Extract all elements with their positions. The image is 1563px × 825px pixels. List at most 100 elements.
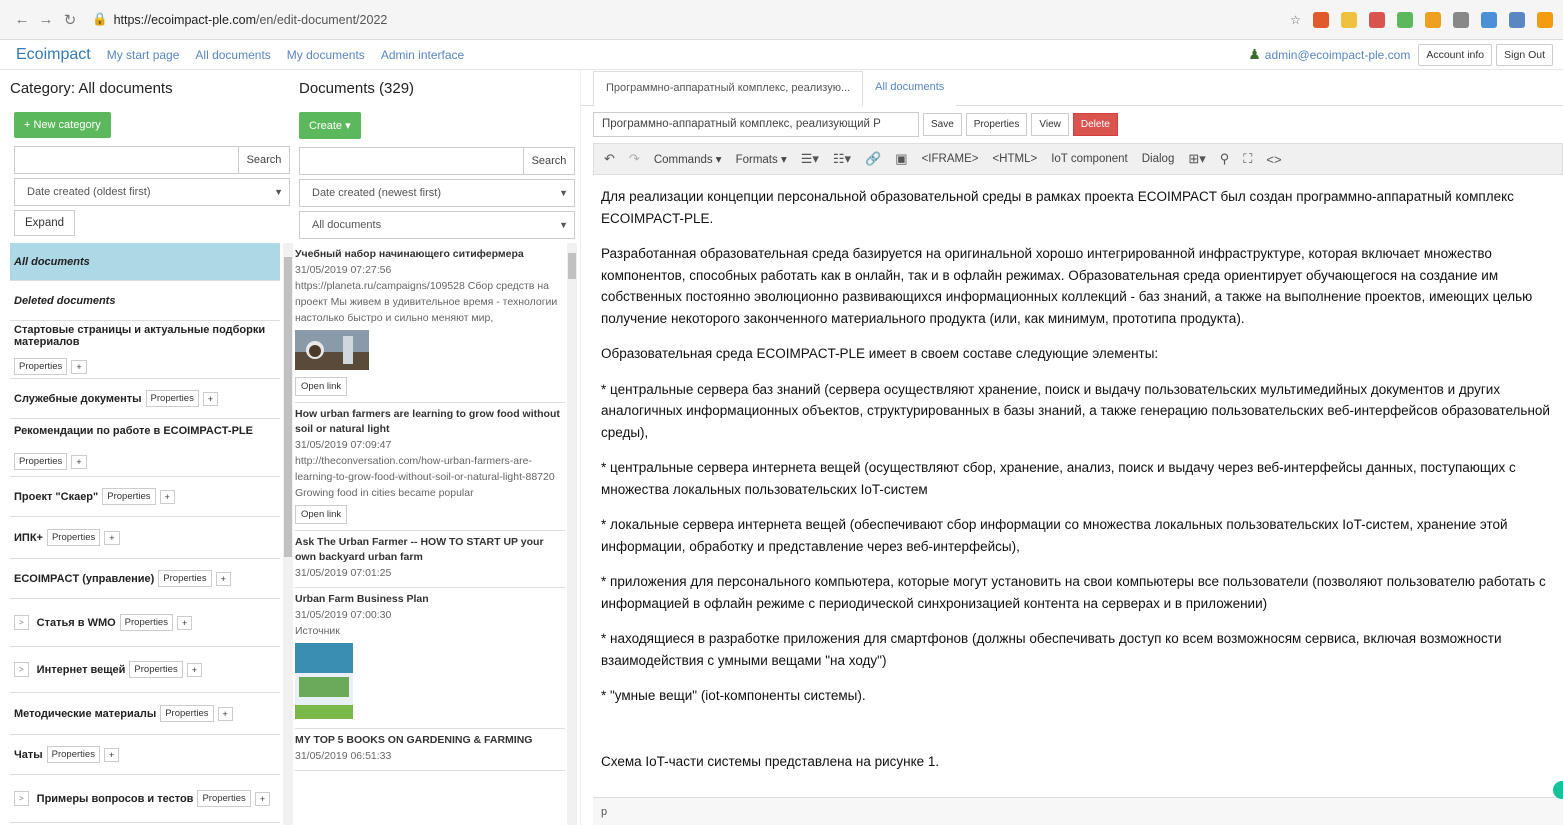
category-item[interactable]: > Примеры вопросов и тестов Properties + (10, 775, 280, 823)
category-properties-button[interactable]: Properties (102, 488, 156, 505)
redo-icon[interactable]: ↷ (629, 151, 640, 167)
add-subcategory-button[interactable]: + (186, 662, 202, 677)
category-sort-select[interactable]: Date created (oldest first) ▼ (14, 178, 290, 206)
create-button[interactable]: Create ▾ (299, 112, 361, 139)
category-properties-button[interactable]: Properties (119, 614, 173, 631)
properties-button[interactable]: Properties (965, 113, 1028, 136)
category-properties-button[interactable]: Properties (46, 529, 101, 546)
category-properties-button[interactable]: Properties (145, 390, 199, 407)
add-subcategory-button[interactable]: + (202, 391, 219, 406)
save-button[interactable]: Save (923, 113, 962, 136)
extension-icon[interactable] (1341, 11, 1357, 28)
tab-all-documents[interactable]: All documents (863, 71, 957, 106)
document-search-input[interactable] (299, 147, 523, 175)
category-item[interactable]: Рекомендации по работе в ECOIMPACT-PLE Pr… (10, 419, 280, 477)
expand-button[interactable]: Expand (14, 210, 76, 236)
document-item[interactable]: Учебный набор начинающего ситифермера 31/… (295, 243, 565, 403)
open-link-button[interactable]: Open link (295, 377, 348, 396)
iframe-button[interactable]: <IFRAME> (922, 153, 979, 165)
view-button[interactable]: View (1031, 113, 1069, 136)
extension-icon[interactable] (1397, 11, 1413, 28)
open-link-button[interactable]: Open link (295, 505, 348, 524)
brand-logo[interactable]: Ecoimpact (16, 46, 91, 64)
category-properties-button[interactable]: Properties (14, 453, 68, 470)
nav-admin-interface[interactable]: Admin interface (381, 48, 464, 62)
link-icon[interactable]: 🔗 (865, 151, 881, 167)
add-subcategory-button[interactable]: + (71, 454, 87, 469)
html-button[interactable]: <HTML> (992, 153, 1037, 165)
numbered-list-icon[interactable]: ☷▾ (833, 151, 851, 167)
document-item[interactable]: Ask The Urban Farmer -- HOW TO START UP … (295, 531, 565, 588)
document-sort-select[interactable]: Date created (newest first) ▼ (299, 179, 575, 207)
sign-out-button[interactable]: Sign Out (1496, 43, 1553, 66)
expand-toggle-icon[interactable]: > (14, 791, 29, 806)
category-item[interactable]: Служебные документы Properties + (10, 379, 280, 419)
document-title[interactable]: Ask The Urban Farmer -- HOW TO START UP … (295, 535, 565, 565)
extension-icon[interactable] (1537, 11, 1553, 28)
extension-icon[interactable] (1369, 11, 1385, 28)
category-item[interactable]: Проект "Скаер" Properties + (10, 477, 280, 517)
forward-icon[interactable]: → (34, 11, 58, 28)
category-properties-button[interactable]: Properties (160, 705, 214, 722)
expand-toggle-icon[interactable]: > (14, 662, 29, 677)
tab-current-document[interactable]: Программно-аппаратный комплекс, реализую… (593, 71, 864, 106)
image-icon[interactable]: ▣ (895, 151, 907, 167)
extension-icon[interactable] (1453, 11, 1469, 28)
extension-icon[interactable] (1425, 11, 1441, 28)
add-subcategory-button[interactable]: + (103, 747, 120, 762)
category-item[interactable]: ECOIMPACT (управление) Properties + (10, 559, 280, 599)
fullscreen-icon[interactable]: ⛶ (1243, 151, 1252, 167)
document-scrollbar[interactable] (567, 243, 577, 825)
undo-icon[interactable]: ↶ (604, 151, 615, 167)
add-subcategory-button[interactable]: + (104, 530, 120, 545)
document-filter-select[interactable]: All documents ▼ (299, 211, 575, 239)
dialog-button[interactable]: Dialog (1142, 153, 1175, 165)
category-search-button[interactable]: Search (238, 146, 290, 174)
commands-menu[interactable]: Commands ▾ (654, 152, 722, 166)
document-title-input[interactable]: Программно-аппаратный комплекс, реализую… (593, 112, 919, 137)
new-category-button[interactable]: + New category (14, 112, 111, 138)
category-properties-button[interactable]: Properties (158, 570, 212, 587)
binoculars-icon[interactable]: ⚲ (1220, 151, 1230, 167)
star-icon[interactable]: ☆ (1290, 13, 1301, 27)
back-icon[interactable]: ← (10, 11, 34, 28)
category-item[interactable]: Deleted documents (10, 281, 280, 321)
category-item[interactable]: Стартовые страницы и актуальные подборки… (10, 321, 280, 379)
add-subcategory-button[interactable]: + (176, 615, 193, 630)
add-subcategory-button[interactable]: + (215, 571, 231, 586)
extension-icon[interactable] (1313, 11, 1329, 28)
nav-my-documents[interactable]: My documents (287, 48, 365, 62)
category-item[interactable]: All documents (10, 243, 280, 281)
category-properties-button[interactable]: Properties (197, 790, 251, 807)
add-subcategory-button[interactable]: + (254, 791, 271, 806)
document-title[interactable]: MY TOP 5 BOOKS ON GARDENING & FARMING (295, 733, 565, 748)
bullet-list-icon[interactable]: ☰▾ (801, 151, 819, 167)
editor-content[interactable]: Для реализации концепции персональной об… (593, 180, 1563, 797)
add-subcategory-button[interactable]: + (71, 359, 87, 374)
extension-icon[interactable] (1509, 11, 1525, 28)
address-bar[interactable]: 🔒 https://ecoimpact-ple.com/en/edit-docu… (92, 12, 1290, 27)
add-subcategory-button[interactable]: + (159, 489, 175, 504)
iot-component-button[interactable]: IoT component (1051, 153, 1128, 165)
category-item[interactable]: > Интернет вещей Properties + (10, 647, 280, 693)
extension-icon[interactable] (1481, 11, 1497, 28)
category-item[interactable]: Методические материалы Properties + (10, 693, 280, 735)
source-code-icon[interactable]: <> (1266, 152, 1281, 167)
document-title[interactable]: Urban Farm Business Plan (295, 592, 565, 607)
document-title[interactable]: How urban farmers are learning to grow f… (295, 407, 565, 437)
nav-my-start-page[interactable]: My start page (107, 48, 180, 62)
category-properties-button[interactable]: Properties (129, 661, 183, 678)
expand-toggle-icon[interactable]: > (14, 615, 29, 630)
document-item[interactable]: MY TOP 5 BOOKS ON GARDENING & FARMING 31/… (295, 729, 565, 771)
reload-icon[interactable]: ↻ (58, 11, 82, 29)
category-properties-button[interactable]: Properties (14, 358, 68, 375)
user-email-link[interactable]: admin@ecoimpact-ple.com (1265, 48, 1411, 62)
category-item[interactable]: Чаты Properties + (10, 735, 280, 775)
document-item[interactable]: Urban Farm Business Plan 31/05/2019 07:00… (295, 588, 565, 729)
account-info-button[interactable]: Account info (1418, 43, 1493, 66)
formats-menu[interactable]: Formats ▾ (736, 152, 787, 166)
document-search-button[interactable]: Search (523, 147, 575, 175)
category-item[interactable]: ИПК+ Properties + (10, 517, 280, 559)
table-icon[interactable]: ⊞▾ (1188, 151, 1205, 167)
category-properties-button[interactable]: Properties (46, 746, 100, 763)
